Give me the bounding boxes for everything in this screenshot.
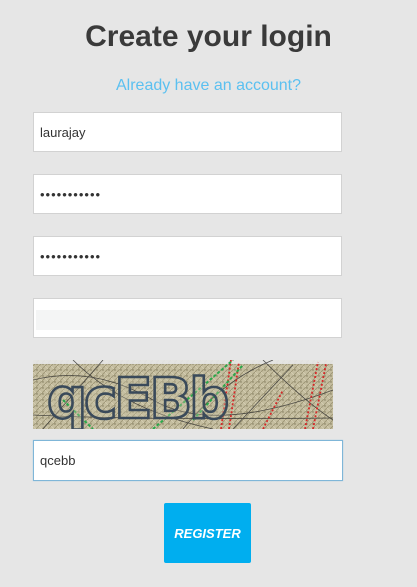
register-button[interactable]: REGISTER (164, 503, 251, 563)
email-field[interactable] (33, 298, 342, 338)
password-field[interactable] (33, 174, 342, 214)
confirm-password-field[interactable] (33, 236, 342, 276)
signin-link[interactable]: Already have an account? (0, 77, 417, 95)
page-title: Create your login (85, 20, 332, 53)
username-field[interactable] (33, 112, 342, 152)
registration-page: Create your login Already have an accoun… (0, 0, 417, 587)
captcha-input[interactable] (33, 440, 343, 481)
captcha-image: qcEBb (33, 360, 333, 429)
captcha-text: qcEBb (47, 367, 227, 429)
